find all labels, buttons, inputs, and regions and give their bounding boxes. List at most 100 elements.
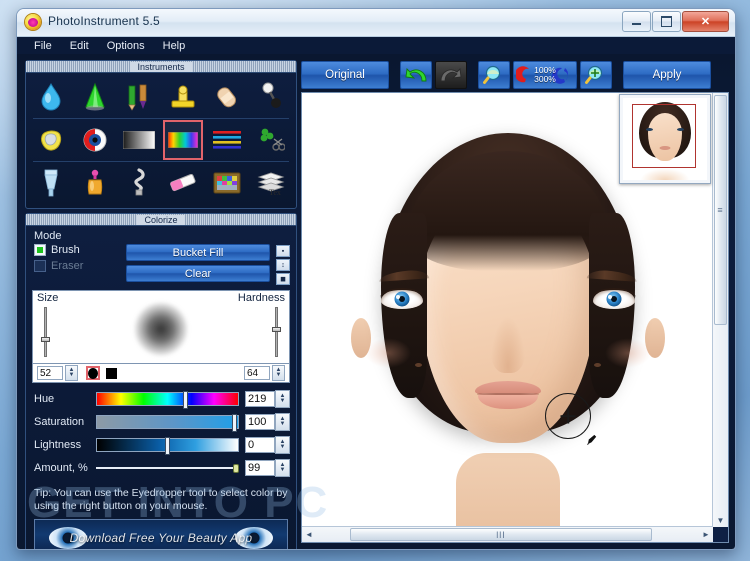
- brush-preview-blob: [135, 303, 187, 356]
- mode-label: Mode: [34, 230, 62, 242]
- hardness-slider[interactable]: [272, 307, 281, 357]
- zoom-level-300: 300%: [534, 74, 556, 84]
- tool-scissors[interactable]: [251, 120, 291, 160]
- tool-blur-drop[interactable]: [31, 77, 71, 117]
- tool-light-bulb[interactable]: [119, 163, 159, 203]
- hardness-value[interactable]: 64: [244, 366, 270, 380]
- preset-medium-button[interactable]: ↕: [276, 259, 290, 271]
- application-window: PhotoInstrument 5.5 ✕ File Edit Options …: [16, 8, 736, 550]
- right-eye: [591, 288, 636, 309]
- tool-tube[interactable]: [31, 163, 71, 203]
- window-title: PhotoInstrument 5.5: [48, 14, 160, 28]
- menu-item-edit[interactable]: Edit: [61, 38, 98, 54]
- menu-item-file[interactable]: File: [25, 38, 61, 54]
- color-sliders: Hue 219 ▲ ▼ Saturation 100 ▲ ▼ Lightness…: [26, 383, 296, 483]
- hue-slider[interactable]: [96, 391, 239, 409]
- size-value[interactable]: 52: [37, 366, 63, 380]
- instruments-caption-bar: Instruments: [26, 61, 296, 73]
- mode-eraser-option[interactable]: Eraser: [34, 260, 120, 272]
- saturation-slider[interactable]: [96, 414, 239, 432]
- saturation-spinner[interactable]: ▲ ▼: [275, 413, 290, 431]
- redo-button[interactable]: [435, 61, 467, 89]
- zoom-out-button[interactable]: [478, 61, 510, 89]
- undo-button[interactable]: [400, 61, 432, 89]
- minimize-button[interactable]: [622, 11, 651, 32]
- amount-label: Amount, %: [34, 462, 88, 474]
- menu-item-options[interactable]: Options: [98, 38, 154, 54]
- brush-circle-crosshair-cursor: [545, 393, 597, 446]
- eraser-radio-icon: [34, 260, 46, 272]
- menu-item-help[interactable]: Help: [154, 38, 195, 54]
- hardness-spinner[interactable]: ▲ ▼: [272, 365, 285, 381]
- tool-red-eye[interactable]: [75, 120, 115, 160]
- instruments-panel: Instruments Tex: [25, 60, 297, 209]
- canvas-horizontal-scrollbar[interactable]: ◄ llI ►: [302, 526, 713, 542]
- amount-slider[interactable]: [96, 461, 240, 475]
- mode-options: Brush Eraser: [34, 244, 120, 276]
- colorize-panel: Colorize Mode Brush Eraser Bucket Fill C…: [25, 213, 297, 549]
- photoinstrument-logo-icon: [25, 14, 41, 30]
- canvas-vertical-scrollbar[interactable]: ≡ ▼: [712, 93, 728, 527]
- tool-stamp[interactable]: [163, 77, 203, 117]
- round-brush-swatch[interactable]: [86, 366, 100, 380]
- vertical-scroll-thumb[interactable]: ≡: [714, 95, 727, 325]
- tool-smudge[interactable]: [251, 77, 291, 117]
- original-button[interactable]: Original: [301, 61, 389, 89]
- tool-layers-text[interactable]: Tex: [251, 163, 291, 203]
- tool-sponge[interactable]: [31, 120, 71, 160]
- promo-banner[interactable]: Download Free Your Beauty App: [34, 519, 288, 549]
- instruments-row-3: Tex: [29, 163, 293, 203]
- tool-eraser[interactable]: [163, 163, 203, 203]
- scroll-right-arrow[interactable]: ►: [699, 527, 713, 542]
- tool-pencil-brush[interactable]: [119, 77, 159, 117]
- maximize-button[interactable]: [652, 11, 681, 32]
- colorize-caption: Colorize: [137, 214, 185, 225]
- lightness-spinner[interactable]: ▲ ▼: [275, 436, 290, 454]
- zoom-in-button[interactable]: [580, 61, 612, 89]
- size-slider[interactable]: [41, 307, 50, 357]
- tool-rgb-lines[interactable]: [207, 120, 247, 160]
- lightness-slider-row: Lightness 0 ▲ ▼: [34, 435, 290, 455]
- clear-button[interactable]: Clear: [126, 265, 270, 282]
- bucket-fill-button[interactable]: Bucket Fill: [126, 244, 270, 261]
- saturation-value[interactable]: 100: [245, 414, 275, 430]
- preset-small-button[interactable]: ▪: [276, 245, 290, 257]
- tool-texture-mosaic[interactable]: [207, 163, 247, 203]
- navigator-selection-rect[interactable]: [632, 104, 696, 168]
- navigator-thumbnail[interactable]: [619, 94, 711, 184]
- instruments-row-1: [29, 77, 293, 117]
- mode-brush-option[interactable]: Brush: [34, 244, 120, 256]
- zoom-out-magnifier-icon: [483, 65, 501, 84]
- hue-spinner[interactable]: ▲ ▼: [275, 390, 290, 408]
- tip-text: Tip: You can use the Eyedropper tool to …: [34, 487, 288, 512]
- lightness-value[interactable]: 0: [245, 437, 275, 453]
- brush-cursor-glyph: [586, 434, 597, 446]
- colorize-caption-bar: Colorize: [26, 214, 296, 226]
- preset-large-button[interactable]: ◼: [276, 273, 290, 285]
- amount-value[interactable]: 99: [245, 460, 275, 476]
- scrollbar-corner: [713, 527, 728, 542]
- tool-colorize[interactable]: [163, 120, 203, 160]
- horizontal-scroll-thumb[interactable]: llI: [350, 528, 652, 541]
- saturation-slider-row: Saturation 100 ▲ ▼: [34, 412, 290, 432]
- tool-patch-bandage[interactable]: [207, 77, 247, 117]
- scroll-down-arrow[interactable]: ▼: [713, 513, 728, 527]
- tool-lotion-bottle[interactable]: [75, 163, 115, 203]
- zoom-rotate-group[interactable]: 100% 300%: [513, 61, 577, 89]
- apply-button[interactable]: Apply: [623, 61, 711, 89]
- amount-spinner[interactable]: ▲ ▼: [275, 459, 290, 477]
- instruments-caption: Instruments: [130, 61, 192, 72]
- lightness-slider[interactable]: [96, 437, 239, 455]
- hue-value[interactable]: 219: [245, 391, 275, 407]
- banner-text: Download Free Your Beauty App: [69, 531, 253, 545]
- size-spinner[interactable]: ▲ ▼: [65, 365, 78, 381]
- redo-arrow-icon: [440, 68, 462, 82]
- scroll-left-arrow[interactable]: ◄: [302, 527, 316, 542]
- square-brush-swatch[interactable]: [104, 366, 118, 380]
- tool-clone-cone[interactable]: [75, 77, 115, 117]
- mode-eraser-label: Eraser: [51, 260, 84, 272]
- right-area: Original 100% 300% Apply ≡ ▼ ◄ llI ►: [301, 60, 729, 543]
- close-button[interactable]: ✕: [682, 11, 729, 32]
- left-panel: Instruments Tex Colorize Mode Brush Eras…: [25, 60, 297, 549]
- tool-gradient[interactable]: [119, 120, 159, 160]
